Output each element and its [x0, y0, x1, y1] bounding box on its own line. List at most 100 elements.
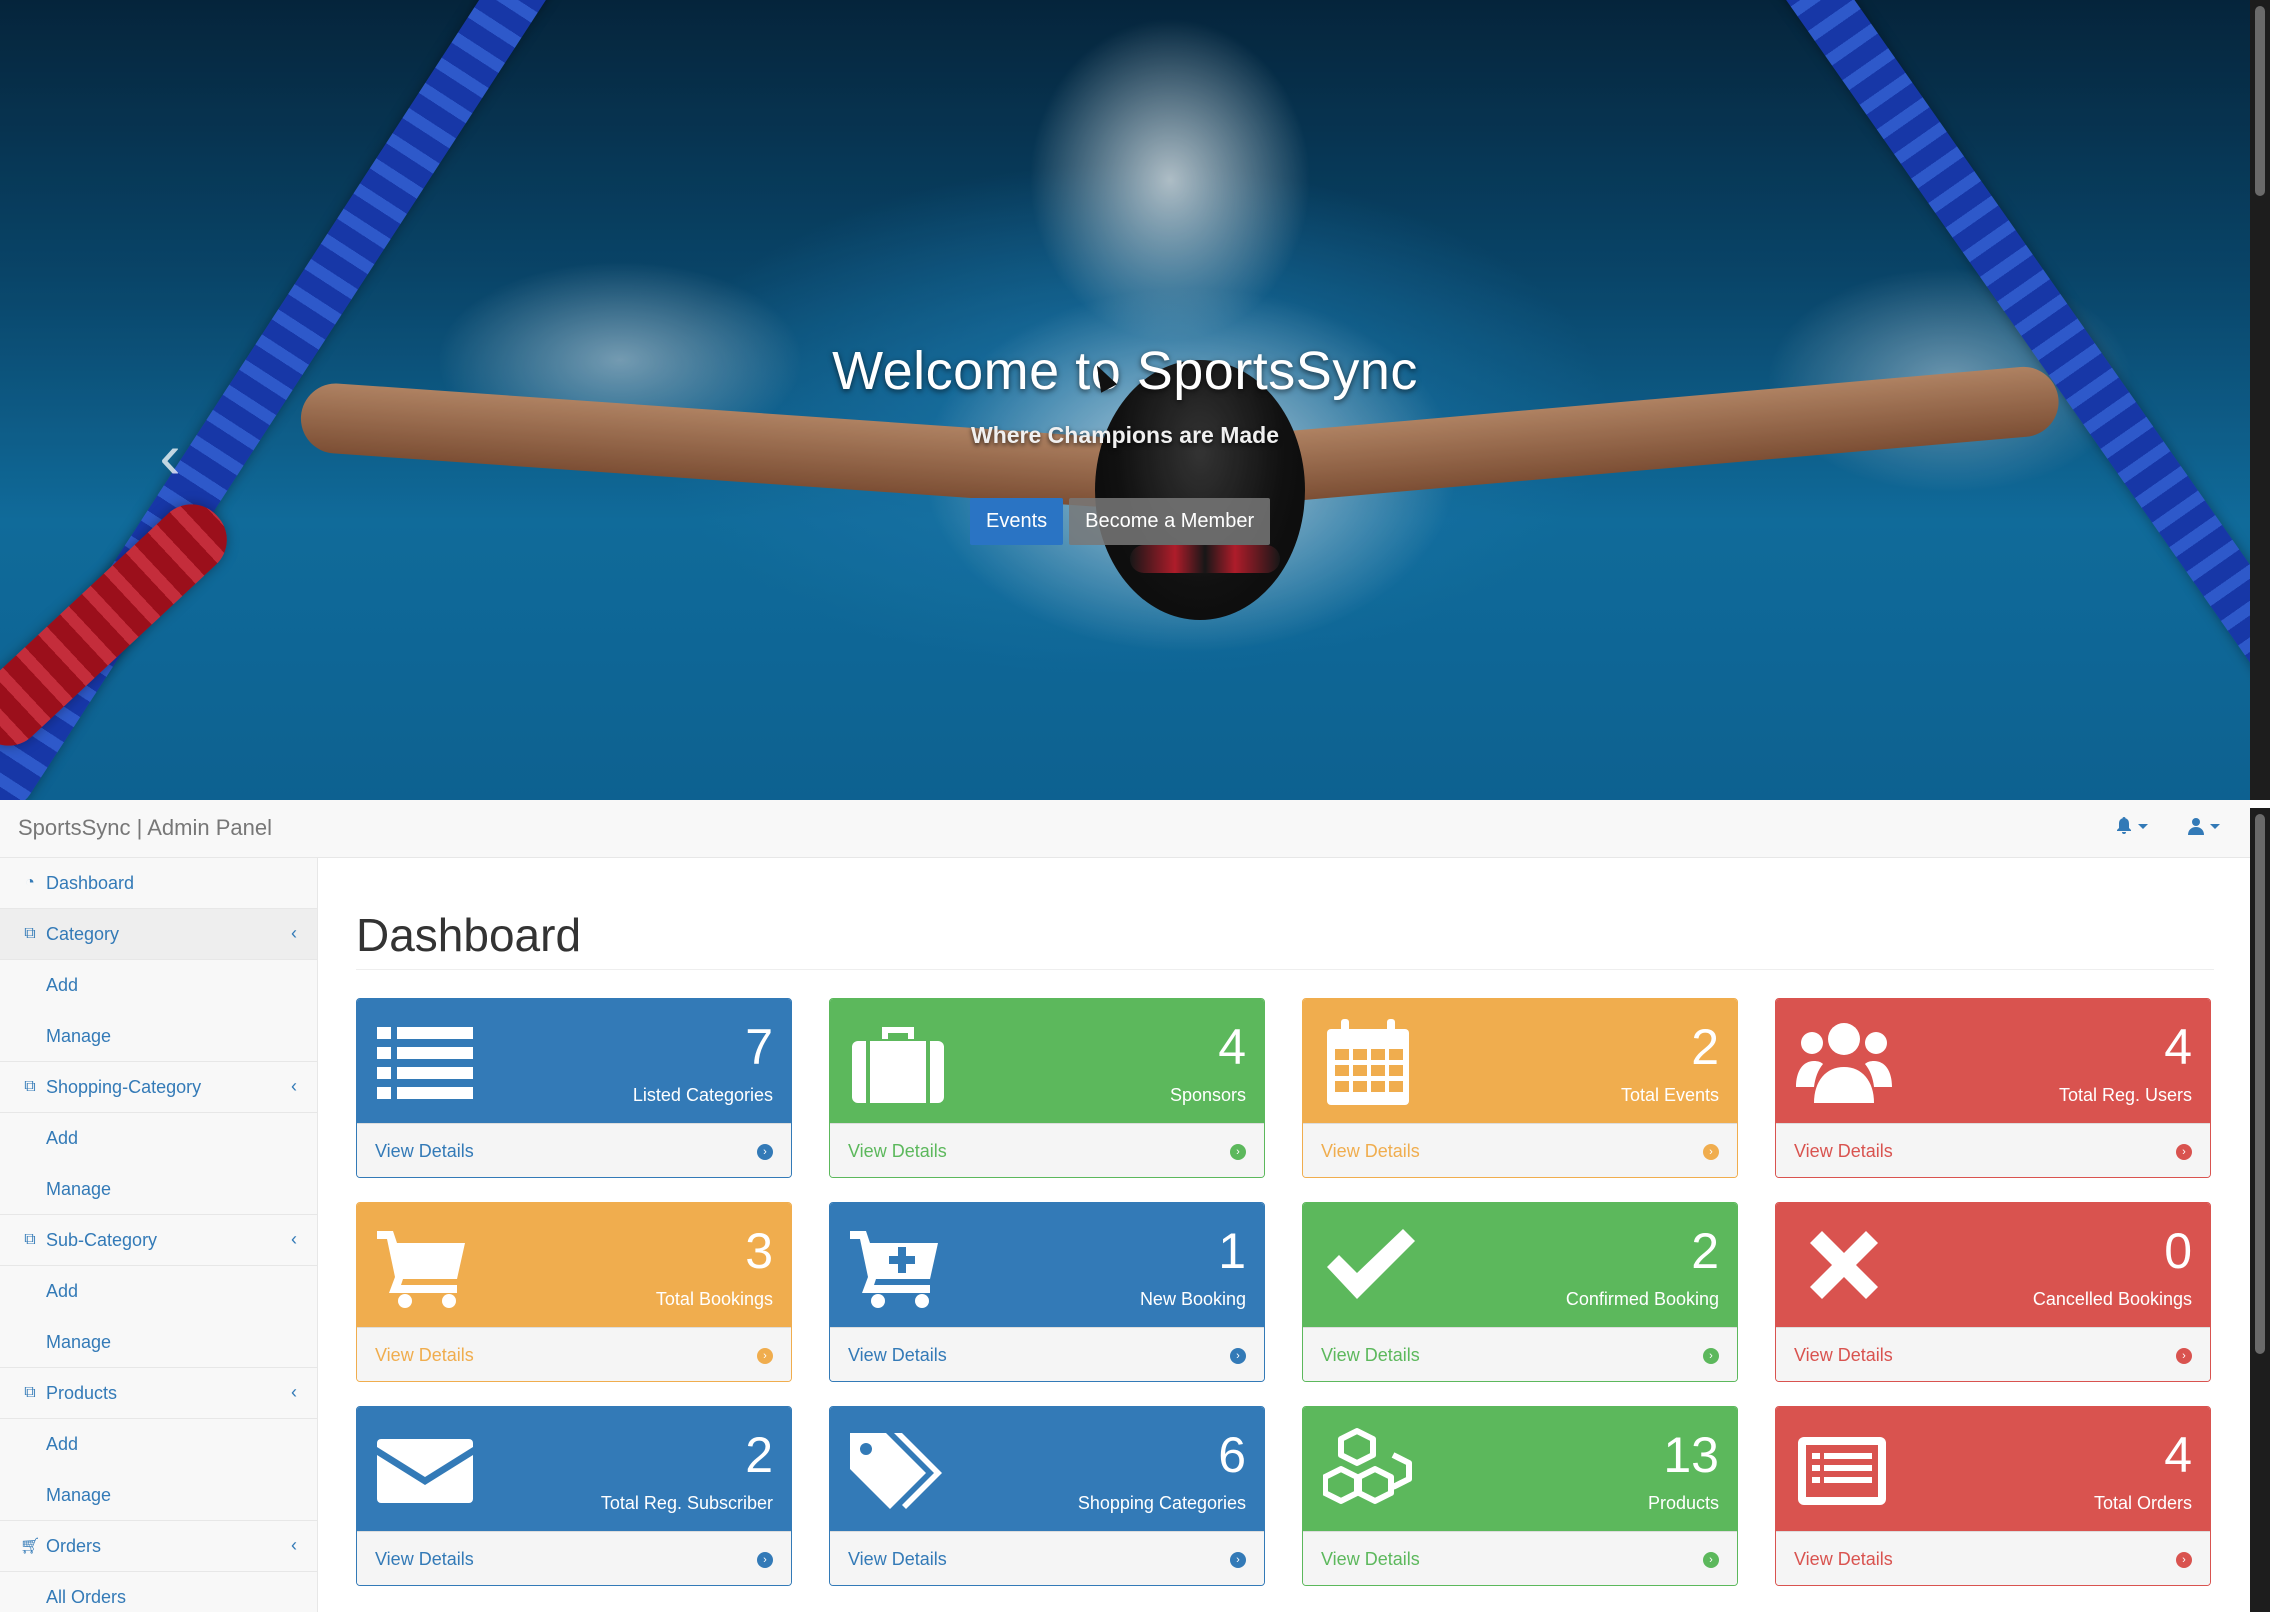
hero-subtitle: Where Champions are Made	[970, 422, 1280, 448]
stat-count: 1	[1218, 1223, 1246, 1279]
stat-count: 7	[745, 1019, 773, 1075]
chevron-down-icon	[2138, 823, 2148, 829]
view-details-link[interactable]: View Details ›	[1776, 1327, 2210, 1381]
stat-card-total-reg-subscriber: 2 Total Reg. Subscriber View Details ›	[356, 1406, 792, 1586]
stat-card-total-orders: 4 Total Orders View Details ›	[1775, 1406, 2211, 1586]
view-details-link[interactable]: View Details ›	[830, 1123, 1264, 1177]
shopping-cart-icon: 🛒︎	[20, 1538, 41, 1555]
stat-card-header: 13 Products	[1303, 1407, 1737, 1531]
sidebar-item-shopping-category[interactable]: ⧉ Shopping-Category ‹	[0, 1062, 317, 1113]
view-details-label: View Details	[848, 1345, 947, 1365]
view-details-label: View Details	[848, 1141, 947, 1161]
stat-card-total-events: 2 Total Events View Details ›	[1302, 998, 1738, 1178]
sidebar-subitem-all-orders[interactable]: All Orders	[0, 1572, 317, 1612]
stat-count: 13	[1663, 1427, 1719, 1483]
stat-label: New Booking	[1139, 1289, 1246, 1309]
view-details-link[interactable]: View Details ›	[357, 1531, 791, 1585]
user-dropdown[interactable]	[2188, 817, 2220, 835]
admin-scrollbar-thumb[interactable]	[2255, 814, 2265, 1354]
arrow-circle-right-icon: ›	[2176, 1348, 2192, 1364]
notifications-dropdown[interactable]	[2116, 817, 2148, 835]
arrow-circle-right-icon: ›	[757, 1348, 773, 1364]
sidebar-subitem-shopping-category-manage[interactable]: Manage	[0, 1164, 317, 1215]
view-details-link[interactable]: View Details ›	[1303, 1123, 1737, 1177]
stat-card-header: 6 Shopping Categories	[830, 1407, 1264, 1531]
dashboard-icon: ◔	[25, 874, 35, 891]
view-details-link[interactable]: View Details ›	[830, 1327, 1264, 1381]
become-member-button[interactable]: Become a Member	[1069, 498, 1271, 545]
sidebar-subitem-products-add[interactable]: Add	[0, 1419, 317, 1470]
stat-card-header: 7 Listed Categories	[357, 999, 791, 1123]
sidebar-item-dashboard[interactable]: ◔ Dashboard	[0, 858, 317, 909]
sidebar-item-category[interactable]: ⧉ Category ‹	[0, 909, 317, 960]
view-details-label: View Details	[375, 1345, 474, 1365]
stat-card-listed-categories: 7 Listed Categories View Details ›	[356, 998, 792, 1178]
tags-icon	[850, 1433, 942, 1509]
view-details-label: View Details	[375, 1549, 474, 1569]
sidebar-item-label: Sub-Category	[46, 1229, 158, 1250]
arrow-circle-right-icon: ›	[1230, 1348, 1246, 1364]
chevron-left-icon: ‹	[291, 1535, 297, 1555]
sidebar-item-orders[interactable]: 🛒︎ Orders ‹	[0, 1521, 317, 1572]
view-details-link[interactable]: View Details ›	[1776, 1531, 2210, 1585]
view-details-link[interactable]: View Details ›	[357, 1123, 791, 1177]
stat-card-header: 3 Total Bookings	[357, 1203, 791, 1327]
stat-label: Total Bookings	[655, 1289, 773, 1309]
stat-count: 2	[1691, 1223, 1719, 1279]
stat-label: Listed Categories	[632, 1085, 773, 1105]
user-icon	[2188, 818, 2204, 835]
sidebar-subitem-products-manage[interactable]: Manage	[0, 1470, 317, 1521]
view-details-link[interactable]: View Details ›	[830, 1531, 1264, 1585]
stat-card-total-reg-users: 4 Total Reg. Users View Details ›	[1775, 998, 2211, 1178]
events-button[interactable]: Events	[970, 498, 1064, 545]
sidebar-subitem-sub-category-add[interactable]: Add	[0, 1266, 317, 1317]
admin-panel: SportsSync | Admin Panel ◔ Dashboard ⧉ C…	[0, 800, 2270, 1612]
arrow-circle-right-icon: ›	[1230, 1552, 1246, 1568]
sidebar-item-products[interactable]: ⧉ Products ‹	[0, 1368, 317, 1419]
stat-count: 2	[1691, 1019, 1719, 1075]
admin-scrollbar[interactable]	[2250, 808, 2270, 1612]
view-details-label: View Details	[1321, 1549, 1420, 1569]
stat-card-total-bookings: 3 Total Bookings View Details ›	[356, 1202, 792, 1382]
sidebar-item-label: Orders	[46, 1535, 102, 1556]
sidebar-subitem-category-add[interactable]: Add	[0, 960, 317, 1011]
view-details-link[interactable]: View Details ›	[1776, 1123, 2210, 1177]
title-divider	[356, 969, 2214, 970]
arrow-circle-right-icon: ›	[1703, 1144, 1719, 1160]
stat-label: Confirmed Booking	[1565, 1289, 1719, 1309]
view-details-link[interactable]: View Details ›	[1303, 1531, 1737, 1585]
list-icon	[377, 1027, 473, 1099]
arrow-circle-right-icon: ›	[1230, 1144, 1246, 1160]
stat-card-confirmed-booking: 2 Confirmed Booking View Details ›	[1302, 1202, 1738, 1382]
stat-card-shopping-categories: 6 Shopping Categories View Details ›	[829, 1406, 1265, 1586]
stat-label: Cancelled Bookings	[2032, 1289, 2192, 1309]
stat-count: 4	[2164, 1427, 2192, 1483]
arrow-circle-right-icon: ›	[757, 1552, 773, 1568]
view-details-label: View Details	[1794, 1549, 1893, 1569]
sidebar-subitem-shopping-category-add[interactable]: Add	[0, 1113, 317, 1164]
stat-card-header: 4 Total Reg. Users	[1776, 999, 2210, 1123]
briefcase-icon	[852, 1027, 944, 1103]
sidebar-item-sub-category[interactable]: ⧉ Sub-Category ‹	[0, 1215, 317, 1266]
stat-card-header: 1 New Booking	[830, 1203, 1264, 1327]
brand-title[interactable]: SportsSync | Admin Panel	[18, 815, 272, 841]
view-details-label: View Details	[848, 1549, 947, 1569]
view-details-link[interactable]: View Details ›	[357, 1327, 791, 1381]
copy-icon: ⧉	[24, 1078, 36, 1095]
sidebar-subitem-sub-category-manage[interactable]: Manage	[0, 1317, 317, 1368]
stat-card-header: 2 Confirmed Booking	[1303, 1203, 1737, 1327]
chevron-left-icon: ‹	[291, 923, 297, 943]
view-details-link[interactable]: View Details ›	[1303, 1327, 1737, 1381]
sidebar-subitem-category-manage[interactable]: Manage	[0, 1011, 317, 1062]
arrow-circle-right-icon: ›	[757, 1144, 773, 1160]
chevron-left-icon: ‹	[291, 1229, 297, 1249]
hero-scrollbar-thumb[interactable]	[2255, 6, 2265, 196]
hero-scrollbar[interactable]	[2250, 0, 2270, 800]
stat-count: 4	[2164, 1019, 2192, 1075]
cubes-icon	[1323, 1428, 1412, 1504]
arrow-circle-right-icon: ›	[2176, 1552, 2192, 1568]
view-details-label: View Details	[1794, 1345, 1893, 1365]
arrow-circle-right-icon: ›	[1703, 1348, 1719, 1364]
bell-icon	[2117, 817, 2131, 834]
sidebar-item-label: Category	[46, 923, 120, 944]
